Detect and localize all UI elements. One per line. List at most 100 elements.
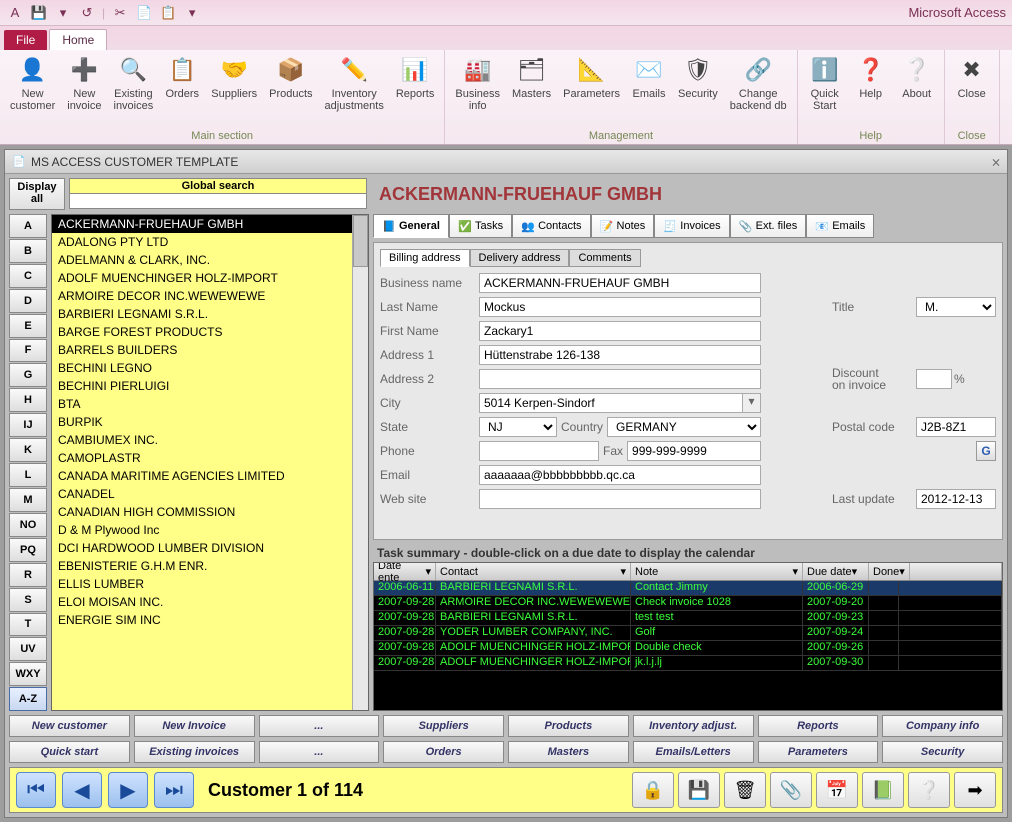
display-all-button[interactable]: Display all xyxy=(9,178,65,210)
company-info-button[interactable]: Company info xyxy=(882,715,1003,737)
phone-input[interactable] xyxy=(479,441,599,461)
customer-list-item[interactable]: D & M Plywood Inc xyxy=(52,521,368,539)
alpha-filter-r[interactable]: R xyxy=(9,563,47,587)
last-name-input[interactable] xyxy=(479,297,761,317)
customer-list-item[interactable]: BURPIK xyxy=(52,413,368,431)
help-button[interactable]: ❓Help xyxy=(848,52,894,129)
alpha-filter-b[interactable]: B xyxy=(9,239,47,263)
security-button[interactable]: Security xyxy=(882,741,1003,763)
website-input[interactable] xyxy=(479,489,761,509)
city-input[interactable] xyxy=(479,393,743,413)
save-icon[interactable]: 💾 xyxy=(30,4,48,22)
customer-list-item[interactable]: ADELMANN & CLARK, INC. xyxy=(52,251,368,269)
customer-list-item[interactable]: BARBIERI LEGNAMI S.R.L. xyxy=(52,305,368,323)
task-row[interactable]: 2007-09-28ADOLF MUENCHINGER HOLZ-IMPORTD… xyxy=(374,641,1002,656)
nav-last-button[interactable]: ⏭ xyxy=(154,772,194,808)
parameters-button[interactable]: Parameters xyxy=(758,741,879,763)
email-input[interactable] xyxy=(479,465,761,485)
alpha-filter-s[interactable]: S xyxy=(9,588,47,612)
tab-extfiles[interactable]: 📎Ext. files xyxy=(730,214,807,238)
products-button[interactable]: Products xyxy=(508,715,629,737)
alpha-filter-f[interactable]: F xyxy=(9,339,47,363)
alpha-filter-uv[interactable]: UV xyxy=(9,637,47,661)
subtab-comments[interactable]: Comments xyxy=(569,249,640,267)
new-invoice-button[interactable]: New Invoice xyxy=(134,715,255,737)
task-row[interactable]: 2007-09-28BARBIERI LEGNAMI S.R.L.test te… xyxy=(374,611,1002,626)
existing-invoices-button[interactable]: Existing invoices xyxy=(134,741,255,763)
about-button[interactable]: ❔About xyxy=(894,52,940,129)
customer-list-item[interactable]: ELOI MOISAN INC. xyxy=(52,593,368,611)
scrollbar[interactable] xyxy=(352,215,368,710)
tab-general[interactable]: 📘General xyxy=(373,214,449,238)
new-customer-button[interactable]: New customer xyxy=(9,715,130,737)
file-tab[interactable]: File xyxy=(4,30,47,50)
task-row[interactable]: 2007-09-28ADOLF MUENCHINGER HOLZ-IMPORTj… xyxy=(374,656,1002,671)
suppliers-button[interactable]: Suppliers xyxy=(383,715,504,737)
emails-letters-button[interactable]: Emails/Letters xyxy=(633,741,754,763)
change_db-button[interactable]: 🔗Changebackend db xyxy=(724,52,793,129)
subtab-delivery-address[interactable]: Delivery address xyxy=(470,249,570,267)
customer-list-item[interactable]: BARRELS BUILDERS xyxy=(52,341,368,359)
suppliers-button[interactable]: 🤝Suppliers xyxy=(205,52,263,129)
security-button[interactable]: 🛡Security xyxy=(672,52,724,129)
lock-button[interactable]: 🔒 xyxy=(632,772,674,808)
alpha-filter-a-z[interactable]: A-Z xyxy=(9,687,47,711)
customer-list-item[interactable]: BECHINI LEGNO xyxy=(52,359,368,377)
excel-button[interactable]: 📗 xyxy=(862,772,904,808)
inventory-button[interactable]: ✏️Inventoryadjustments xyxy=(319,52,390,129)
alpha-filter-a[interactable]: A xyxy=(9,214,47,238)
alpha-filter-wxy[interactable]: WXY xyxy=(9,662,47,686)
task-row[interactable]: 2006-06-11BARBIERI LEGNAMI S.R.L.Contact… xyxy=(374,581,1002,596)
discount-input[interactable] xyxy=(916,369,952,389)
new_invoice-button[interactable]: ➕Newinvoice xyxy=(61,52,107,129)
alpha-filter-e[interactable]: E xyxy=(9,314,47,338)
delete-button[interactable]: 🗑 xyxy=(724,772,766,808)
customer-list-item[interactable]: ENERGIE SIM INC xyxy=(52,611,368,629)
orders-button[interactable]: Orders xyxy=(383,741,504,763)
customer-list-item[interactable]: CAMBIUMEX INC. xyxy=(52,431,368,449)
orders-button[interactable]: 📋Orders xyxy=(159,52,205,129)
exit-button[interactable]: ➡ xyxy=(954,772,996,808)
tab-notes[interactable]: 📝Notes xyxy=(591,214,655,238)
dropdown-icon[interactable]: ▾ xyxy=(54,4,72,22)
customer-list-item[interactable]: CANADA MARITIME AGENCIES LIMITED xyxy=(52,467,368,485)
undo-icon[interactable]: ↺ xyxy=(78,4,96,22)
customer-list-item[interactable]: BTA xyxy=(52,395,368,413)
customer-list-item[interactable]: BECHINI PIERLUIGI xyxy=(52,377,368,395)
fax-input[interactable] xyxy=(627,441,761,461)
reports-button[interactable]: 📊Reports xyxy=(390,52,441,129)
alpha-filter-l[interactable]: L xyxy=(9,463,47,487)
google-button[interactable]: G xyxy=(976,441,996,461)
nav-prev-button[interactable]: ◀ xyxy=(62,772,102,808)
alpha-filter-g[interactable]: G xyxy=(9,363,47,387)
alpha-filter-no[interactable]: NO xyxy=(9,513,47,537)
qat-customize-icon[interactable]: ▾ xyxy=(183,4,201,22)
customer-list-item[interactable]: CAMOPLASTR xyxy=(52,449,368,467)
quick-start-button[interactable]: Quick start xyxy=(9,741,130,763)
alpha-filter-pq[interactable]: PQ xyxy=(9,538,47,562)
address1-input[interactable] xyxy=(479,345,761,365)
tab-invoices[interactable]: 🧾Invoices xyxy=(654,214,729,238)
alpha-filter-ij[interactable]: IJ xyxy=(9,413,47,437)
cut-icon[interactable]: ✂ xyxy=(111,4,129,22)
new_customer-button[interactable]: 👤Newcustomer xyxy=(4,52,61,129)
nav-first-button[interactable]: ⏮ xyxy=(16,772,56,808)
tab-tasks[interactable]: ✅Tasks xyxy=(449,214,512,238)
close-button[interactable]: ✖Close xyxy=(949,52,995,129)
country-select[interactable]: GERMANY xyxy=(607,417,761,437)
task-grid[interactable]: Date ente ▾ Contact ▾ Note ▾ Due date ▾ … xyxy=(373,562,1003,711)
save-button[interactable]: 💾 xyxy=(678,772,720,808)
quick_start-button[interactable]: ℹ️QuickStart xyxy=(802,52,848,129)
task-row[interactable]: 2007-09-28ARMOIRE DECOR INC.WEWEWEWEChec… xyxy=(374,596,1002,611)
alpha-filter-k[interactable]: K xyxy=(9,438,47,462)
tab-contacts[interactable]: 👥Contacts xyxy=(512,214,590,238)
alpha-filter-m[interactable]: M xyxy=(9,488,47,512)
copy-icon[interactable]: 📄 xyxy=(135,4,153,22)
paste-icon[interactable]: 📋 xyxy=(159,4,177,22)
parameters-button[interactable]: 📐Parameters xyxy=(557,52,626,129)
attach-button[interactable]: 📎 xyxy=(770,772,812,808)
postal-input[interactable] xyxy=(916,417,996,437)
alpha-filter-h[interactable]: H xyxy=(9,388,47,412)
masters-button[interactable]: 🗂Masters xyxy=(506,52,557,129)
customer-list[interactable]: ACKERMANN-FRUEHAUF GMBHADALONG PTY LTDAD… xyxy=(51,214,369,711)
